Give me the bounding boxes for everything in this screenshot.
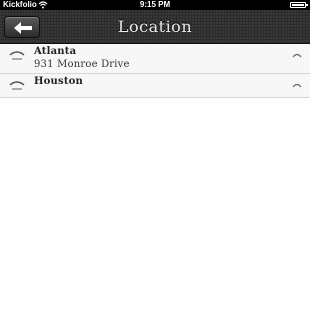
location-list: Atlanta 931 Monroe Drive Houston xyxy=(0,44,310,98)
navigation-bar: Location xyxy=(0,10,310,44)
location-item-houston[interactable]: Houston xyxy=(0,74,310,98)
collapse-icon xyxy=(9,81,25,90)
location-name: Atlanta xyxy=(34,46,77,57)
chevron-up-icon xyxy=(292,53,302,58)
location-address: 931 Monroe Drive xyxy=(34,59,130,70)
status-bar: Kickfolio 9:15 PM xyxy=(0,0,310,10)
battery-icon xyxy=(290,2,308,8)
collapse-icon xyxy=(9,51,25,60)
back-button[interactable] xyxy=(4,16,40,38)
location-name: Houston xyxy=(34,76,83,87)
status-time: 9:15 PM xyxy=(139,0,171,9)
page-title: Location xyxy=(117,17,193,36)
location-item-atlanta[interactable]: Atlanta 931 Monroe Drive xyxy=(0,44,310,74)
chevron-up-icon xyxy=(292,83,302,88)
left-arrow-icon xyxy=(14,22,32,34)
